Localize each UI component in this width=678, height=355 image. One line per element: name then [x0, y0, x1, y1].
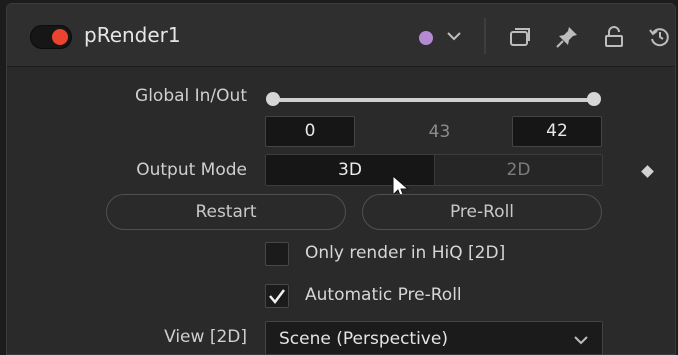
global-in-field[interactable]: 0 [265, 116, 355, 147]
view-label: View [2D] [164, 327, 247, 347]
pre-roll-button[interactable]: Pre-Roll [362, 194, 602, 230]
header-separator [484, 18, 486, 54]
keyframe-diamond-icon[interactable] [641, 165, 654, 178]
output-mode-segmented-control: 3D 2D [265, 154, 603, 186]
only-render-hiq-label: Only render in HiQ [2D] [305, 243, 506, 263]
output-mode-label: Output Mode [136, 160, 247, 180]
power-toggle-knob [52, 29, 68, 45]
chevron-down-icon[interactable] [444, 26, 464, 46]
panel-header: pRender1 [7, 4, 675, 67]
tool-title: pRender1 [84, 23, 181, 47]
power-toggle[interactable] [30, 25, 72, 49]
checkmark-icon [269, 289, 285, 305]
range-end-handle[interactable] [587, 92, 601, 106]
global-in-out-label: Global In/Out [135, 86, 247, 106]
color-dot-icon[interactable] [419, 31, 433, 45]
versions-icon[interactable] [507, 24, 533, 50]
view-dropdown[interactable]: Scene (Perspective) [265, 321, 603, 354]
automatic-pre-roll-label: Automatic Pre-Roll [305, 285, 462, 305]
lock-icon[interactable] [601, 24, 627, 50]
automatic-pre-roll-checkbox[interactable] [265, 284, 289, 308]
global-out-field[interactable]: 42 [512, 116, 602, 147]
output-mode-2d-button[interactable]: 2D [435, 155, 602, 185]
chevron-down-icon [574, 336, 588, 345]
tool-inspector-panel: pRender1 Global In/Out 0 43 42 Output Mo [6, 3, 676, 355]
pin-icon[interactable] [554, 24, 580, 50]
only-render-hiq-checkbox[interactable] [265, 242, 289, 266]
current-frame-value: 43 [428, 122, 451, 142]
reset-icon[interactable] [647, 24, 673, 50]
global-in-out-range-slider[interactable] [273, 98, 597, 102]
range-start-handle[interactable] [266, 92, 280, 106]
view-dropdown-value: Scene (Perspective) [279, 329, 448, 349]
restart-button[interactable]: Restart [106, 194, 346, 230]
